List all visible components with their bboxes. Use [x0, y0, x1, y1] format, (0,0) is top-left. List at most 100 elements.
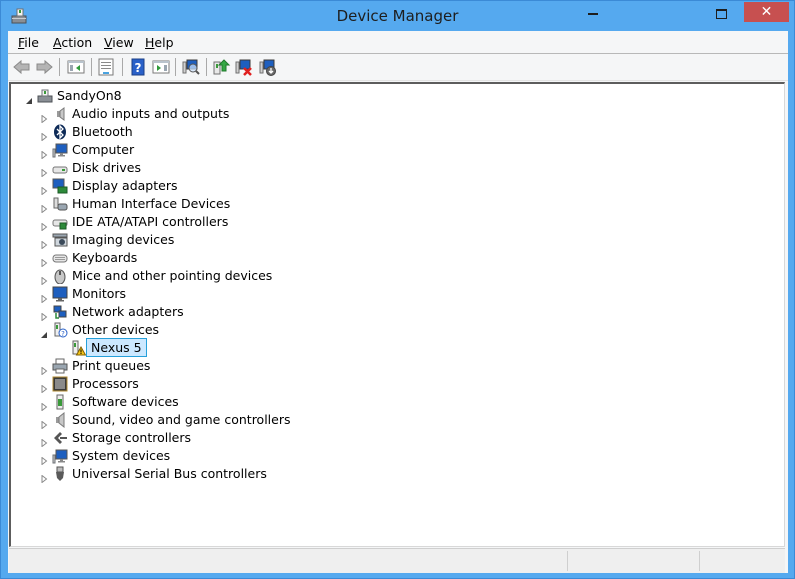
expand-arrow-icon[interactable] — [40, 398, 48, 412]
expand-arrow-icon[interactable] — [40, 290, 48, 304]
scan-hardware-icon[interactable] — [181, 57, 201, 77]
speaker-icon — [52, 106, 68, 122]
tree-category[interactable]: Software devices — [40, 393, 771, 412]
expand-arrow-icon[interactable] — [40, 434, 48, 448]
network-adapter-icon — [52, 304, 68, 320]
tree-category[interactable]: Sound, video and game controllers — [40, 411, 771, 430]
tree-root[interactable]: SandyOn8 — [25, 87, 771, 105]
tree-category[interactable]: Audio inputs and outputs — [40, 105, 771, 124]
keyboard-icon — [52, 250, 68, 266]
close-button[interactable]: ✕ — [744, 2, 789, 22]
client-area: File Action View Help ? SandyOn8 Audio in… — [8, 31, 788, 573]
processor-icon — [52, 376, 68, 392]
menu-help[interactable]: Help — [145, 35, 174, 50]
tree-category[interactable]: Keyboards — [40, 249, 771, 268]
tree-category[interactable]: Computer — [40, 141, 771, 160]
toolbar-separator — [206, 58, 207, 76]
expand-arrow-icon[interactable] — [40, 380, 48, 394]
computer-root-icon — [37, 88, 53, 104]
help-icon[interactable]: ? — [128, 57, 148, 77]
expand-arrow-icon[interactable] — [40, 254, 48, 268]
tree-category[interactable]: Universal Serial Bus controllers — [40, 465, 771, 484]
tree-category[interactable]: Disk drives — [40, 159, 771, 178]
tree-category[interactable]: ? Other devices — [40, 321, 771, 339]
menu-help-accel: H — [145, 35, 155, 50]
sound-icon — [52, 411, 68, 429]
maximize-button[interactable] — [701, 1, 741, 23]
expand-arrow-icon[interactable] — [40, 200, 48, 214]
collapse-arrow-icon[interactable] — [40, 326, 48, 338]
tree-node-label: Universal Serial Bus controllers — [72, 466, 267, 481]
tree-node-label: Audio inputs and outputs — [72, 106, 230, 121]
tree-category[interactable]: Storage controllers — [40, 429, 771, 448]
device-tree[interactable]: SandyOn8 Audio inputs and outputs Bluetoot… — [9, 82, 785, 547]
tree-node-label: Display adapters — [72, 178, 178, 193]
menu-bar: File Action View Help — [8, 31, 788, 54]
expand-arrow-icon[interactable] — [40, 218, 48, 232]
tree-category[interactable]: Mice and other pointing devices — [40, 267, 771, 286]
tree-category[interactable]: Monitors — [40, 285, 771, 304]
uninstall-device-icon[interactable] — [234, 57, 254, 77]
svg-text:?: ? — [135, 61, 142, 75]
properties-icon[interactable] — [96, 57, 116, 77]
mouse-icon — [52, 268, 68, 285]
title-bar[interactable]: Device Manager ✕ — [1, 1, 794, 31]
expand-arrow-icon[interactable] — [40, 164, 48, 178]
menu-help-label: elp — [154, 35, 174, 50]
menu-view[interactable]: View — [104, 35, 134, 50]
toolbar: ? — [8, 54, 788, 81]
disable-device-icon[interactable] — [258, 57, 278, 77]
menu-action[interactable]: Action — [53, 35, 92, 50]
tree-node-label: Bluetooth — [72, 124, 133, 139]
expand-arrow-icon[interactable] — [40, 128, 48, 142]
show-hide-console-tree-icon[interactable] — [66, 57, 86, 77]
display-adapter-icon — [52, 178, 68, 194]
status-bar — [9, 548, 785, 573]
collapse-arrow-icon[interactable] — [25, 92, 33, 104]
tree-category[interactable]: Bluetooth — [40, 123, 771, 142]
minimize-button[interactable] — [572, 1, 612, 23]
tree-category[interactable]: IDE ATA/ATAPI controllers — [40, 213, 771, 232]
tree-node-label: Keyboards — [72, 250, 138, 265]
expand-arrow-icon[interactable] — [40, 146, 48, 160]
tree-node-label: Mice and other pointing devices — [72, 268, 273, 283]
tree-category[interactable]: Human Interface Devices — [40, 195, 771, 214]
window-title: Device Manager — [336, 7, 459, 25]
expand-arrow-icon[interactable] — [40, 452, 48, 466]
disk-drive-icon — [52, 160, 68, 176]
expand-arrow-icon[interactable] — [40, 236, 48, 250]
tree-category[interactable]: Print queues — [40, 357, 771, 376]
expand-arrow-icon[interactable] — [40, 308, 48, 322]
menu-file[interactable]: File — [18, 35, 39, 50]
hid-icon — [52, 196, 68, 212]
bluetooth-icon — [52, 124, 68, 140]
toolbar-separator — [59, 58, 60, 76]
expand-arrow-icon[interactable] — [40, 362, 48, 376]
system-devices-icon — [52, 448, 68, 464]
tree-category[interactable]: Network adapters — [40, 303, 771, 322]
tree-category[interactable]: System devices — [40, 447, 771, 466]
expand-arrow-icon[interactable] — [40, 470, 48, 484]
printer-icon — [52, 358, 68, 374]
expand-arrow-icon[interactable] — [40, 110, 48, 124]
tree-category[interactable]: Processors — [40, 375, 771, 394]
tree-node-label: IDE ATA/ATAPI controllers — [72, 214, 229, 229]
status-pane-2 — [567, 551, 698, 571]
camera-icon — [52, 232, 68, 248]
tree-node-label: Computer — [72, 142, 135, 157]
back-icon[interactable] — [12, 57, 32, 77]
tree-category[interactable]: Display adapters — [40, 177, 771, 196]
tree-node-label: Software devices — [72, 394, 179, 409]
expand-arrow-icon[interactable] — [40, 182, 48, 196]
update-driver-icon[interactable] — [211, 57, 231, 77]
show-action-pane-icon[interactable] — [151, 57, 171, 77]
forward-icon[interactable] — [34, 57, 54, 77]
expand-arrow-icon[interactable] — [40, 416, 48, 430]
tree-device[interactable]: Nexus 5 — [58, 338, 771, 357]
expand-arrow-icon[interactable] — [40, 272, 48, 286]
unknown-device-icon: ? — [52, 322, 68, 338]
device-manager-window: Device Manager ✕ File Action View Help ? — [0, 0, 795, 579]
storage-controller-icon — [52, 430, 68, 446]
tree-category[interactable]: Imaging devices — [40, 231, 771, 250]
tree-node-label: Imaging devices — [72, 232, 175, 247]
